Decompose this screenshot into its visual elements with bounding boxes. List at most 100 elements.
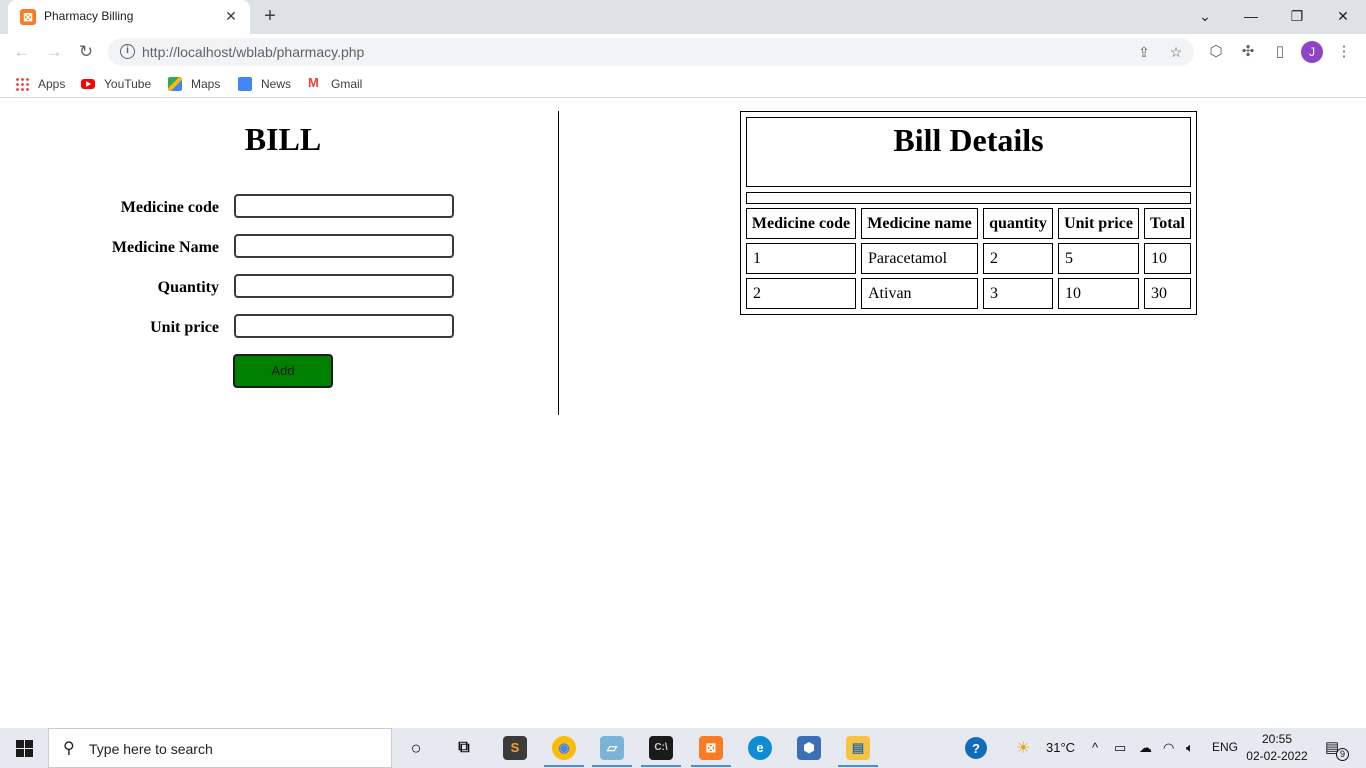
table-cell: 5 bbox=[1058, 243, 1139, 274]
medicine-name-input[interactable] bbox=[234, 234, 454, 258]
bookmarks-bar: Apps YouTube Maps News Gmail bbox=[0, 70, 1366, 98]
close-window-icon[interactable]: ✕ bbox=[1331, 4, 1355, 28]
tab-search-icon[interactable]: ⌄ bbox=[1193, 4, 1217, 28]
new-tab-icon[interactable]: + bbox=[258, 5, 282, 29]
active-app-indicator bbox=[691, 765, 731, 767]
header-quantity: quantity bbox=[983, 208, 1053, 239]
xampp-favicon-icon: ⊠ bbox=[20, 9, 36, 25]
gmail-icon bbox=[308, 75, 322, 91]
header-medicine-name: Medicine name bbox=[861, 208, 978, 239]
xampp-icon[interactable]: ⊠ bbox=[699, 736, 723, 760]
table-cell: 1 bbox=[746, 243, 856, 274]
unit-price-label: Unit price bbox=[150, 319, 219, 336]
cortana-icon[interactable]: ○ bbox=[404, 736, 428, 760]
tab-strip: ⊠ Pharmacy Billing ✕ + ⌄ — ❐ ✕ bbox=[0, 0, 1366, 34]
profile-avatar[interactable]: J bbox=[1301, 41, 1323, 63]
bookmark-youtube[interactable]: YouTube bbox=[81, 76, 151, 92]
windows-taskbar: ⚲ Type here to search ○ ⧉ S ◉ ▱ C:\ ⊠ e … bbox=[0, 728, 1366, 768]
reload-icon[interactable]: ↻ bbox=[74, 40, 98, 64]
language-indicator[interactable]: ENG bbox=[1212, 740, 1238, 754]
url-text[interactable]: http://localhost/wblab/pharmacy.php bbox=[142, 44, 364, 60]
medicine-code-input[interactable] bbox=[234, 194, 454, 218]
forward-icon[interactable]: → bbox=[42, 40, 66, 64]
volume-icon[interactable]: 🔈︎ bbox=[1186, 740, 1194, 756]
back-icon[interactable]: ← bbox=[10, 40, 34, 64]
active-app-indicator bbox=[838, 765, 878, 767]
table-cell: 10 bbox=[1144, 243, 1191, 274]
table-cell: 2 bbox=[983, 243, 1053, 274]
show-hidden-icons-icon[interactable]: ^ bbox=[1092, 740, 1098, 755]
weather-icon[interactable]: ☀ bbox=[1016, 738, 1030, 758]
notification-count-badge: 9 bbox=[1336, 748, 1349, 761]
bookmark-star-icon[interactable]: ☆ bbox=[1166, 42, 1186, 62]
sublime-text-icon[interactable]: S bbox=[503, 736, 527, 760]
bookmark-label: News bbox=[261, 77, 292, 91]
site-info-icon[interactable]: i bbox=[120, 44, 135, 59]
header-total: Total bbox=[1144, 208, 1191, 239]
active-app-indicator bbox=[544, 765, 584, 767]
close-tab-icon[interactable]: ✕ bbox=[222, 7, 240, 25]
clock-date: 02-02-2022 bbox=[1246, 749, 1308, 763]
news-icon bbox=[238, 77, 252, 91]
network-status-icon[interactable]: ☁ bbox=[1139, 740, 1152, 756]
add-button[interactable]: Add bbox=[233, 354, 333, 388]
medicine-code-label: Medicine code bbox=[120, 199, 219, 216]
task-view-icon[interactable]: ⧉ bbox=[452, 736, 476, 760]
page-content: BILL Medicine code Medicine Name Quantit… bbox=[0, 103, 1366, 728]
search-placeholder: Type here to search bbox=[89, 741, 213, 757]
table-cell: 2 bbox=[746, 278, 856, 309]
minimize-icon[interactable]: — bbox=[1239, 4, 1263, 28]
bookmark-label: Gmail bbox=[331, 77, 363, 91]
active-app-indicator bbox=[592, 765, 632, 767]
bill-details-table: Bill Details Medicine code Medicine name… bbox=[740, 111, 1197, 315]
taskbar-search-box[interactable]: ⚲ Type here to search bbox=[48, 728, 392, 768]
bookmark-gmail[interactable]: Gmail bbox=[308, 75, 363, 92]
unit-price-input[interactable] bbox=[234, 314, 454, 338]
empty-row bbox=[746, 192, 1191, 204]
active-app-indicator bbox=[641, 765, 681, 767]
browser-tab[interactable]: ⊠ Pharmacy Billing ✕ bbox=[8, 0, 250, 34]
table-cell: 30 bbox=[1144, 278, 1191, 309]
medicine-name-label: Medicine Name bbox=[111, 239, 219, 256]
side-panel-icon[interactable]: ▯ bbox=[1270, 42, 1290, 62]
wifi-icon[interactable]: ◠ bbox=[1163, 740, 1174, 756]
table-cell: Paracetamol bbox=[861, 243, 978, 274]
cmd-icon[interactable]: C:\ bbox=[649, 736, 673, 760]
virtualbox-icon[interactable]: ⬢ bbox=[797, 736, 821, 760]
table-cell: 3 bbox=[983, 278, 1053, 309]
restore-icon[interactable]: ❐ bbox=[1285, 4, 1309, 28]
bookmark-news[interactable]: News bbox=[238, 76, 291, 92]
apps-grid-icon bbox=[15, 77, 29, 91]
vertical-divider bbox=[558, 111, 559, 415]
bill-details-heading: Bill Details bbox=[746, 117, 1191, 187]
search-icon: ⚲ bbox=[63, 740, 75, 757]
table-cell: Ativan bbox=[861, 278, 978, 309]
bookmark-label: YouTube bbox=[104, 77, 152, 91]
battery-icon[interactable]: ▭ bbox=[1114, 740, 1126, 756]
notepad-icon[interactable]: ▱ bbox=[600, 736, 624, 760]
share-icon[interactable]: ⇪ bbox=[1134, 42, 1154, 62]
header-medicine-code: Medicine code bbox=[746, 208, 856, 239]
weather-temp[interactable]: 31°C bbox=[1046, 740, 1075, 755]
header-unit-price: Unit price bbox=[1058, 208, 1139, 239]
address-bar[interactable]: i http://localhost/wblab/pharmacy.php ⇪ … bbox=[108, 38, 1194, 66]
menu-kebab-icon[interactable]: ⋮ bbox=[1334, 42, 1354, 62]
maps-icon bbox=[168, 77, 182, 91]
file-explorer-icon[interactable]: ▤ bbox=[846, 736, 870, 760]
bookmark-maps[interactable]: Maps bbox=[168, 76, 220, 92]
tab-title: Pharmacy Billing bbox=[44, 9, 134, 23]
help-icon[interactable]: ? bbox=[965, 737, 987, 759]
quantity-label: Quantity bbox=[157, 279, 219, 296]
bookmark-apps[interactable]: Apps bbox=[15, 76, 65, 92]
quantity-input[interactable] bbox=[234, 274, 454, 298]
extensions-puzzle-icon[interactable]: ✣ bbox=[1238, 42, 1258, 62]
windows-start-icon[interactable] bbox=[16, 740, 33, 757]
chrome-icon[interactable]: ◉ bbox=[552, 736, 576, 760]
browser-toolbar: ← → ↻ i http://localhost/wblab/pharmacy.… bbox=[0, 34, 1366, 70]
edge-icon[interactable]: e bbox=[748, 736, 772, 760]
bookmark-label: Maps bbox=[191, 77, 221, 91]
taskbar-clock[interactable]: 20:55 02-02-2022 bbox=[1240, 731, 1314, 765]
bookmark-label: Apps bbox=[38, 77, 66, 91]
bill-heading: BILL bbox=[244, 121, 322, 157]
extension-cube-icon[interactable]: ⬡ bbox=[1206, 42, 1226, 62]
